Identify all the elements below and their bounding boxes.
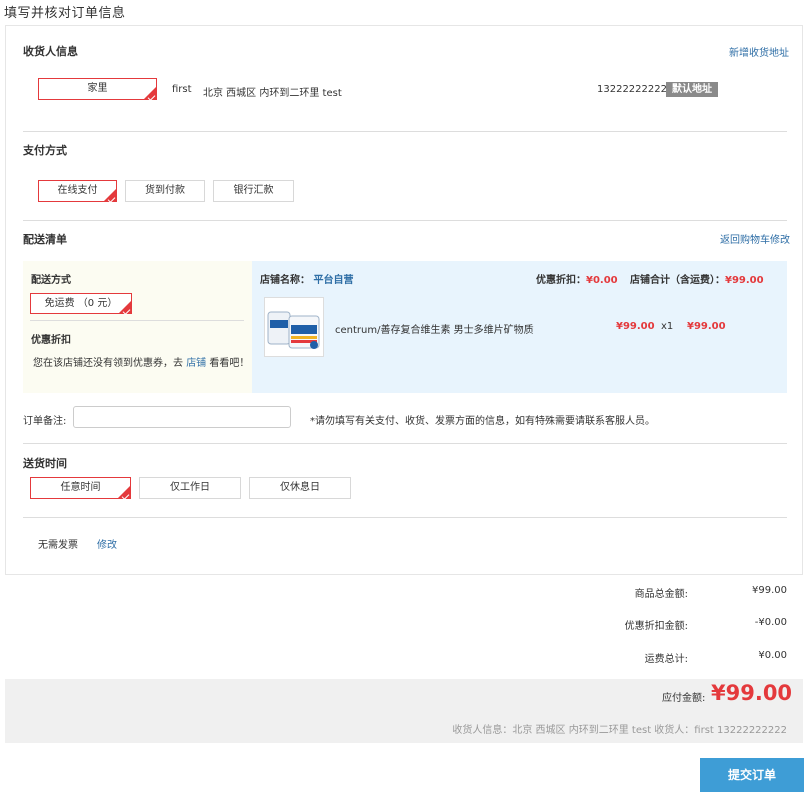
store-name-label: 店铺名称： 平台自营 [260,271,353,286]
receiver-summary: 收货人信息：北京 西城区 内环到二环里 test 收货人：first 13222… [452,725,787,736]
divider [23,131,787,132]
divider [23,517,787,518]
address-tag-home[interactable]: 家里 [38,78,157,101]
memo-label: 订单备注: [23,416,67,427]
product-bottle-icon [267,311,320,349]
submit-order-button[interactable]: 提交订单 [700,758,804,792]
store-discount-label: 优惠折扣： [536,275,586,286]
receiver-phone: 13222222222 [597,84,667,95]
product-quantity: x1 [661,321,674,332]
payable-amount: ¥99.00 [711,681,793,705]
payment-option-label: 在线支付 [57,185,98,196]
delivery-time-label: 任意时间 [60,482,101,493]
check-icon [147,93,156,101]
shipping-option-label: 免运费 （0 元） [44,298,118,309]
delivery-list-section-title: 配送清单 [23,233,67,246]
shipping-total-value: ¥0.00 [758,650,787,661]
check-icon [107,195,116,203]
discount-note: 您在该店铺还没有领到优惠券，去 店铺 看看吧！ [33,354,249,369]
receiver-address: 北京 西城区 内环到二环里 test [203,88,342,99]
payment-section-title: 支付方式 [23,144,67,157]
discount-total-label: 优惠折扣金额: [624,621,688,632]
memo-input[interactable] [73,406,291,428]
store-name-label-text: 店铺名称： [260,275,310,286]
delivery-time-weekends[interactable]: 仅休息日 [249,477,351,499]
store-discount: 优惠折扣：¥0.00 [536,271,618,286]
discount-note-prefix: 您在该店铺还没有领到优惠券，去 [33,358,183,369]
payment-option-label: 银行汇款 [233,185,274,196]
divider [23,220,787,221]
memo-note: *请勿填写有关支付、收货、发票方面的信息，如有特殊需要请联系客服人员。 [310,416,655,427]
payment-option-online[interactable]: 在线支付 [38,180,117,203]
payable-label: 应付金额: [662,693,706,704]
product-name[interactable]: centrum/善存复合维生素 男士多维片矿物质 [335,321,534,336]
delivery-time-any[interactable]: 任意时间 [30,477,131,500]
delivery-time-label: 仅休息日 [280,482,320,493]
delivery-time-section-title: 送货时间 [23,457,67,470]
store-discount-value: ¥0.00 [586,275,618,286]
receiver-section-title: 收货人信息 [23,45,78,58]
return-to-cart-link[interactable]: 返回购物车修改 [720,231,790,246]
discount-total-value: -¥0.00 [754,617,787,628]
receiver-name: first [172,84,192,95]
product-image[interactable] [264,297,324,357]
store-name[interactable]: 平台自营 [313,275,353,286]
page-title: 填写并核对订单信息 [4,6,126,21]
goods-total-label: 商品总金额: [634,589,688,600]
payment-option-cod[interactable]: 货到付款 [125,180,205,202]
add-address-link[interactable]: 新增收货地址 [729,44,789,59]
default-address-badge: 默认地址 [666,82,718,97]
product-subtotal: ¥99.00 [687,321,726,332]
discount-note-suffix: 看看吧！ [209,358,250,369]
delivery-time-weekdays[interactable]: 仅工作日 [139,477,241,499]
shipping-method-label: 配送方式 [31,275,71,286]
store-total: 店铺合计（含运费）：¥99.00 [630,271,764,286]
discount-label: 优惠折扣 [31,335,71,346]
invoice-text: 无需发票 [38,540,78,551]
payment-option-bank[interactable]: 银行汇款 [213,180,294,202]
check-icon [121,492,130,500]
invoice-modify-link[interactable]: 修改 [97,536,117,551]
shipping-total-label: 运费总计: [644,654,688,665]
store-total-value: ¥99.00 [725,275,764,286]
address-tag-label: 家里 [87,83,108,94]
divider [30,320,244,321]
delivery-time-label: 仅工作日 [170,482,210,493]
payment-option-label: 货到付款 [145,185,185,196]
goods-total-value: ¥99.00 [752,585,787,596]
shipping-option-free[interactable]: 免运费 （0 元） [30,293,132,315]
divider [23,443,787,444]
store-total-label: 店铺合计（含运费）： [630,275,725,286]
product-price: ¥99.00 [616,321,655,332]
check-icon [122,307,131,315]
store-link[interactable]: 店铺 [186,358,206,369]
